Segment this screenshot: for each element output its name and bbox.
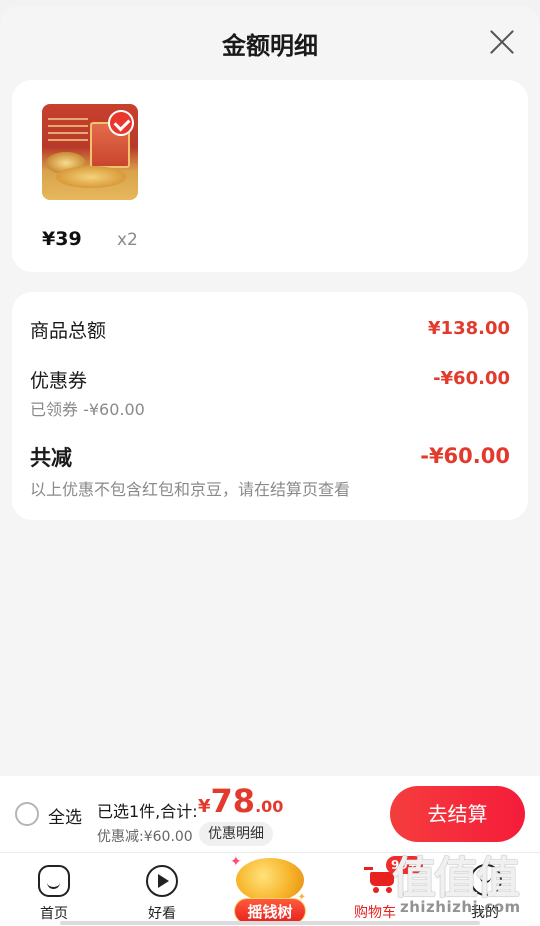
discount-amount-text: 优惠减:¥60.00 bbox=[97, 829, 193, 845]
close-icon[interactable] bbox=[488, 28, 516, 56]
sparkle-icon: ✦ bbox=[230, 854, 242, 870]
home-indicator bbox=[60, 921, 480, 925]
product-card: ¥39 x2 bbox=[12, 80, 528, 272]
play-icon bbox=[146, 865, 178, 897]
cart-handle bbox=[364, 867, 373, 870]
product-quantity: x2 bbox=[117, 230, 138, 250]
select-all-label[interactable]: 全选 bbox=[48, 803, 82, 828]
home-icon bbox=[38, 865, 70, 897]
cart-wheel bbox=[373, 887, 379, 893]
sheet-header: 金额明细 bbox=[0, 6, 540, 80]
coupon-sub: 已领券 -¥60.00 bbox=[30, 400, 145, 419]
total-reduce-label: 共减 bbox=[30, 446, 72, 470]
tab-mine-label[interactable]: 我的 bbox=[471, 902, 499, 922]
checkout-button[interactable]: 去结算 bbox=[390, 786, 525, 842]
discount-detail-button[interactable]: 优惠明细 bbox=[199, 822, 273, 846]
profile-icon[interactable] bbox=[470, 864, 502, 896]
cart-wheel bbox=[386, 887, 392, 893]
tab-home-label: 首页 bbox=[40, 906, 68, 922]
product-price: ¥39 bbox=[42, 228, 82, 250]
tab-watch[interactable]: 好看 bbox=[122, 853, 202, 926]
money-tree-icon bbox=[236, 858, 304, 902]
goods-total-label: 商品总额 bbox=[30, 320, 107, 342]
tab-cart-label[interactable]: 购物车 bbox=[354, 902, 396, 922]
thumbnail-text-decoration bbox=[48, 118, 88, 144]
page-title: 金额明细 bbox=[222, 32, 318, 60]
goods-total-value: ¥138.00 bbox=[428, 318, 510, 339]
tab-money-tree[interactable]: ✦ ✦ 摇钱树 bbox=[228, 854, 312, 926]
selected-count-text: 已选1件,合计: bbox=[97, 802, 198, 821]
cart-count-badge: 99+ bbox=[386, 856, 423, 874]
total-reduce-value: -¥60.00 bbox=[420, 444, 510, 468]
checkout-bar: 全选 已选1件,合计: ¥78.00 优惠减:¥60.00 优惠明细 去结算 bbox=[0, 776, 540, 852]
total-decimal: .00 bbox=[255, 797, 284, 816]
selected-check-icon bbox=[108, 110, 134, 136]
coupon-label: 优惠券 bbox=[30, 370, 88, 392]
tab-home[interactable]: 首页 bbox=[14, 853, 94, 926]
total-integer: 78 bbox=[210, 782, 256, 820]
tab-watch-label: 好看 bbox=[148, 906, 176, 922]
coupon-value: -¥60.00 bbox=[433, 368, 510, 389]
cart-body bbox=[370, 872, 394, 886]
amount-detail-card: 商品总额 ¥138.00 优惠券 -¥60.00 已领券 -¥60.00 共减 … bbox=[12, 292, 528, 520]
product-thumbnail bbox=[42, 104, 138, 200]
total-amount: ¥78.00 bbox=[198, 782, 283, 820]
discount-note: 以上优惠不包含红包和京豆，请在结算页查看 bbox=[30, 480, 351, 499]
total-currency-symbol: ¥ bbox=[198, 796, 211, 817]
snack-plate-graphic bbox=[56, 166, 126, 188]
select-all-radio[interactable] bbox=[15, 802, 39, 826]
